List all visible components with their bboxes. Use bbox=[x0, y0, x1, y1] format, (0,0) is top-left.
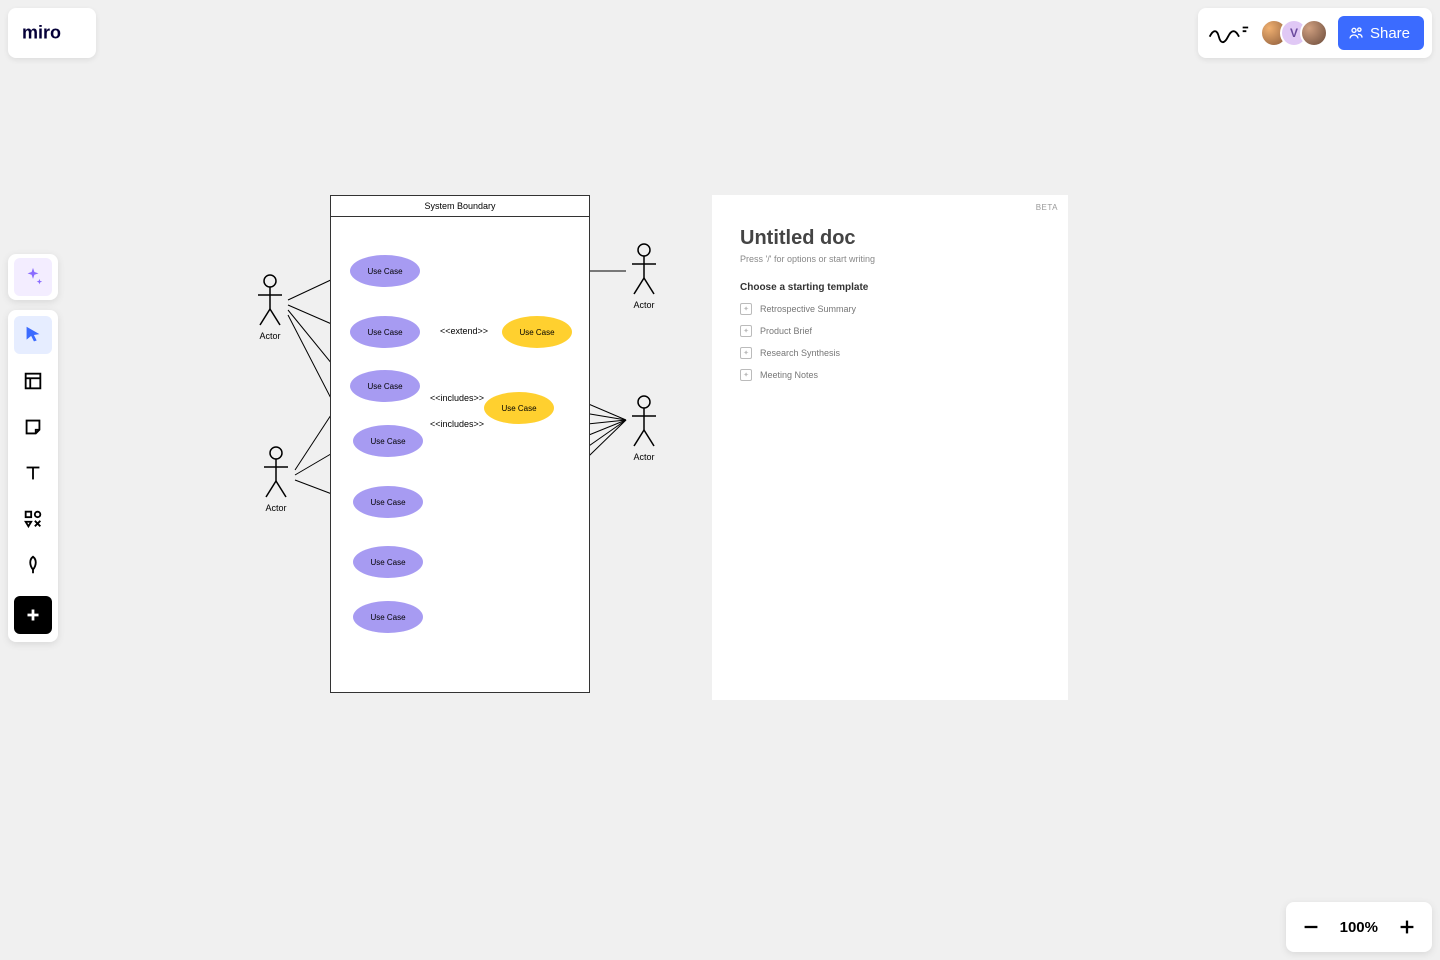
sticky-tool[interactable] bbox=[14, 408, 52, 446]
sticky-icon bbox=[22, 416, 44, 438]
actor-node[interactable]: Actor bbox=[258, 445, 294, 513]
canvas[interactable]: System Boundary Use Case Use Case Use Ca… bbox=[0, 0, 1440, 960]
minus-icon bbox=[1300, 916, 1322, 938]
logo[interactable]: miro bbox=[8, 8, 96, 58]
reactions-icon[interactable] bbox=[1206, 19, 1250, 47]
doc-template-item[interactable]: ✦ Retrospective Summary bbox=[740, 303, 1040, 315]
actor-label: Actor bbox=[259, 331, 280, 341]
share-label: Share bbox=[1370, 25, 1410, 42]
doc-panel[interactable]: BETA Untitled doc Press '/' for options … bbox=[712, 195, 1068, 700]
template-icon: ✦ bbox=[740, 369, 752, 381]
actor-label: Actor bbox=[265, 503, 286, 513]
system-boundary-title[interactable]: System Boundary bbox=[330, 195, 590, 217]
template-icon: ✦ bbox=[740, 303, 752, 315]
header-right: V Share bbox=[1198, 8, 1432, 58]
template-label: Meeting Notes bbox=[760, 370, 818, 380]
ai-tool[interactable] bbox=[14, 258, 52, 296]
shapes-icon bbox=[22, 508, 44, 530]
frame-tool[interactable] bbox=[14, 362, 52, 400]
miro-logo-icon: miro bbox=[22, 21, 82, 45]
actor-node[interactable]: Actor bbox=[252, 273, 288, 341]
text-icon bbox=[22, 462, 44, 484]
usecase-node[interactable]: Use Case bbox=[353, 425, 423, 457]
plus-icon bbox=[22, 604, 44, 626]
cursor-icon bbox=[22, 324, 44, 346]
actor-node[interactable]: Actor bbox=[626, 242, 662, 310]
template-label: Product Brief bbox=[760, 326, 812, 336]
relation-label[interactable]: <<extend>> bbox=[440, 326, 488, 336]
actor-node[interactable]: Actor bbox=[626, 394, 662, 462]
relation-label[interactable]: <<includes>> bbox=[430, 419, 484, 429]
doc-template-item[interactable]: ✦ Product Brief bbox=[740, 325, 1040, 337]
frame-icon bbox=[22, 370, 44, 392]
doc-section-title: Choose a starting template bbox=[740, 282, 1040, 293]
text-tool[interactable] bbox=[14, 454, 52, 492]
stick-figure-icon bbox=[258, 445, 294, 501]
zoom-level[interactable]: 100% bbox=[1340, 919, 1378, 936]
relation-label[interactable]: <<includes>> bbox=[430, 393, 484, 403]
zoom-out-button[interactable] bbox=[1300, 916, 1322, 938]
usecase-node[interactable]: Use Case bbox=[353, 486, 423, 518]
usecase-node[interactable]: Use Case bbox=[350, 370, 420, 402]
pen-icon bbox=[22, 554, 44, 576]
collaborator-avatars[interactable]: V bbox=[1260, 19, 1328, 47]
main-toolbar bbox=[8, 310, 58, 642]
svg-text:miro: miro bbox=[22, 22, 61, 42]
sparkle-icon bbox=[22, 266, 44, 288]
usecase-node[interactable]: Use Case bbox=[502, 316, 572, 348]
doc-hint: Press '/' for options or start writing bbox=[740, 254, 1040, 264]
shapes-tool[interactable] bbox=[14, 500, 52, 538]
actor-label: Actor bbox=[633, 452, 654, 462]
stick-figure-icon bbox=[626, 394, 662, 450]
stick-figure-icon bbox=[252, 273, 288, 329]
usecase-node[interactable]: Use Case bbox=[353, 546, 423, 578]
ai-tool-card bbox=[8, 254, 58, 300]
beta-tag: BETA bbox=[1036, 203, 1058, 212]
zoom-bar: 100% bbox=[1286, 902, 1432, 952]
doc-template-item[interactable]: ✦ Research Synthesis bbox=[740, 347, 1040, 359]
template-label: Retrospective Summary bbox=[760, 304, 856, 314]
zoom-in-button[interactable] bbox=[1396, 916, 1418, 938]
template-icon: ✦ bbox=[740, 347, 752, 359]
usecase-node[interactable]: Use Case bbox=[350, 316, 420, 348]
avatar[interactable] bbox=[1300, 19, 1328, 47]
template-label: Research Synthesis bbox=[760, 348, 840, 358]
usecase-node[interactable]: Use Case bbox=[484, 392, 554, 424]
doc-template-item[interactable]: ✦ Meeting Notes bbox=[740, 369, 1040, 381]
template-icon: ✦ bbox=[740, 325, 752, 337]
people-icon bbox=[1348, 25, 1364, 41]
select-tool[interactable] bbox=[14, 316, 52, 354]
pen-tool[interactable] bbox=[14, 546, 52, 584]
share-button[interactable]: Share bbox=[1338, 16, 1424, 50]
stick-figure-icon bbox=[626, 242, 662, 298]
usecase-node[interactable]: Use Case bbox=[350, 255, 420, 287]
doc-title[interactable]: Untitled doc bbox=[740, 227, 1040, 250]
usecase-node[interactable]: Use Case bbox=[353, 601, 423, 633]
plus-icon bbox=[1396, 916, 1418, 938]
actor-label: Actor bbox=[633, 300, 654, 310]
add-tool[interactable] bbox=[14, 596, 52, 634]
